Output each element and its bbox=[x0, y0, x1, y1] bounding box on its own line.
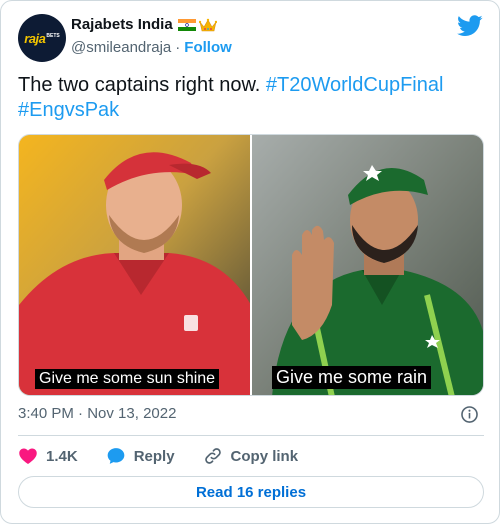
left-photo-illustration bbox=[19, 135, 250, 395]
right-caption: Give me some rain bbox=[272, 366, 432, 389]
right-photo-illustration bbox=[252, 135, 483, 395]
timestamp-separator: · bbox=[78, 405, 84, 422]
action-bar: 1.4K Reply Copy link bbox=[18, 446, 326, 466]
avatar[interactable]: raja BETS bbox=[18, 14, 66, 62]
read-replies-button[interactable]: Read 16 replies bbox=[18, 476, 484, 508]
left-photo[interactable]: Give me some sun shine bbox=[19, 135, 250, 395]
name-row: Rajabets India bbox=[71, 16, 217, 33]
tweet-media[interactable]: Give me some sun shine Give me some rain bbox=[18, 134, 484, 396]
avatar-logo-subtext: BETS bbox=[46, 33, 60, 39]
link-icon bbox=[204, 448, 221, 464]
divider bbox=[18, 435, 484, 436]
tweet-text: The two captains right now. #T20WorldCup… bbox=[18, 73, 468, 123]
tweet-body: The two captains right now. bbox=[18, 74, 261, 96]
like-count: 1.4K bbox=[46, 447, 78, 465]
right-photo[interactable]: Give me some rain bbox=[252, 135, 483, 395]
crown-icon bbox=[198, 18, 217, 31]
handle[interactable]: @smileandraja bbox=[71, 39, 171, 56]
hashtag-link[interactable]: #EngvsPak bbox=[18, 99, 119, 121]
like-button[interactable]: 1.4K bbox=[18, 446, 78, 466]
reply-bubble-icon bbox=[107, 448, 125, 464]
follow-button[interactable]: Follow bbox=[184, 39, 232, 56]
reply-button[interactable]: Reply bbox=[106, 446, 175, 466]
india-flag-icon bbox=[177, 18, 196, 31]
hashtag-link[interactable]: #T20WorldCupFinal bbox=[266, 74, 444, 96]
tweet-timestamp[interactable]: 3:40 PM · Nov 13, 2022 bbox=[18, 405, 176, 422]
tweet-time: 3:40 PM bbox=[18, 405, 74, 422]
avatar-logo-text: raja bbox=[24, 30, 46, 46]
twitter-bird-icon[interactable] bbox=[457, 15, 483, 37]
reply-label: Reply bbox=[133, 447, 175, 465]
copy-link-button[interactable]: Copy link bbox=[203, 446, 299, 466]
heart-icon bbox=[19, 448, 37, 464]
left-caption: Give me some sun shine bbox=[35, 369, 220, 389]
tweet-card: raja BETS Rajabets India @smileandraja ·… bbox=[0, 0, 500, 524]
handle-separator: · bbox=[175, 39, 181, 56]
handle-row: @smileandraja · Follow bbox=[71, 39, 232, 56]
info-icon[interactable] bbox=[460, 405, 479, 424]
tweet-date: Nov 13, 2022 bbox=[87, 405, 177, 422]
copy-link-label: Copy link bbox=[230, 447, 299, 465]
display-name[interactable]: Rajabets India bbox=[71, 16, 173, 33]
